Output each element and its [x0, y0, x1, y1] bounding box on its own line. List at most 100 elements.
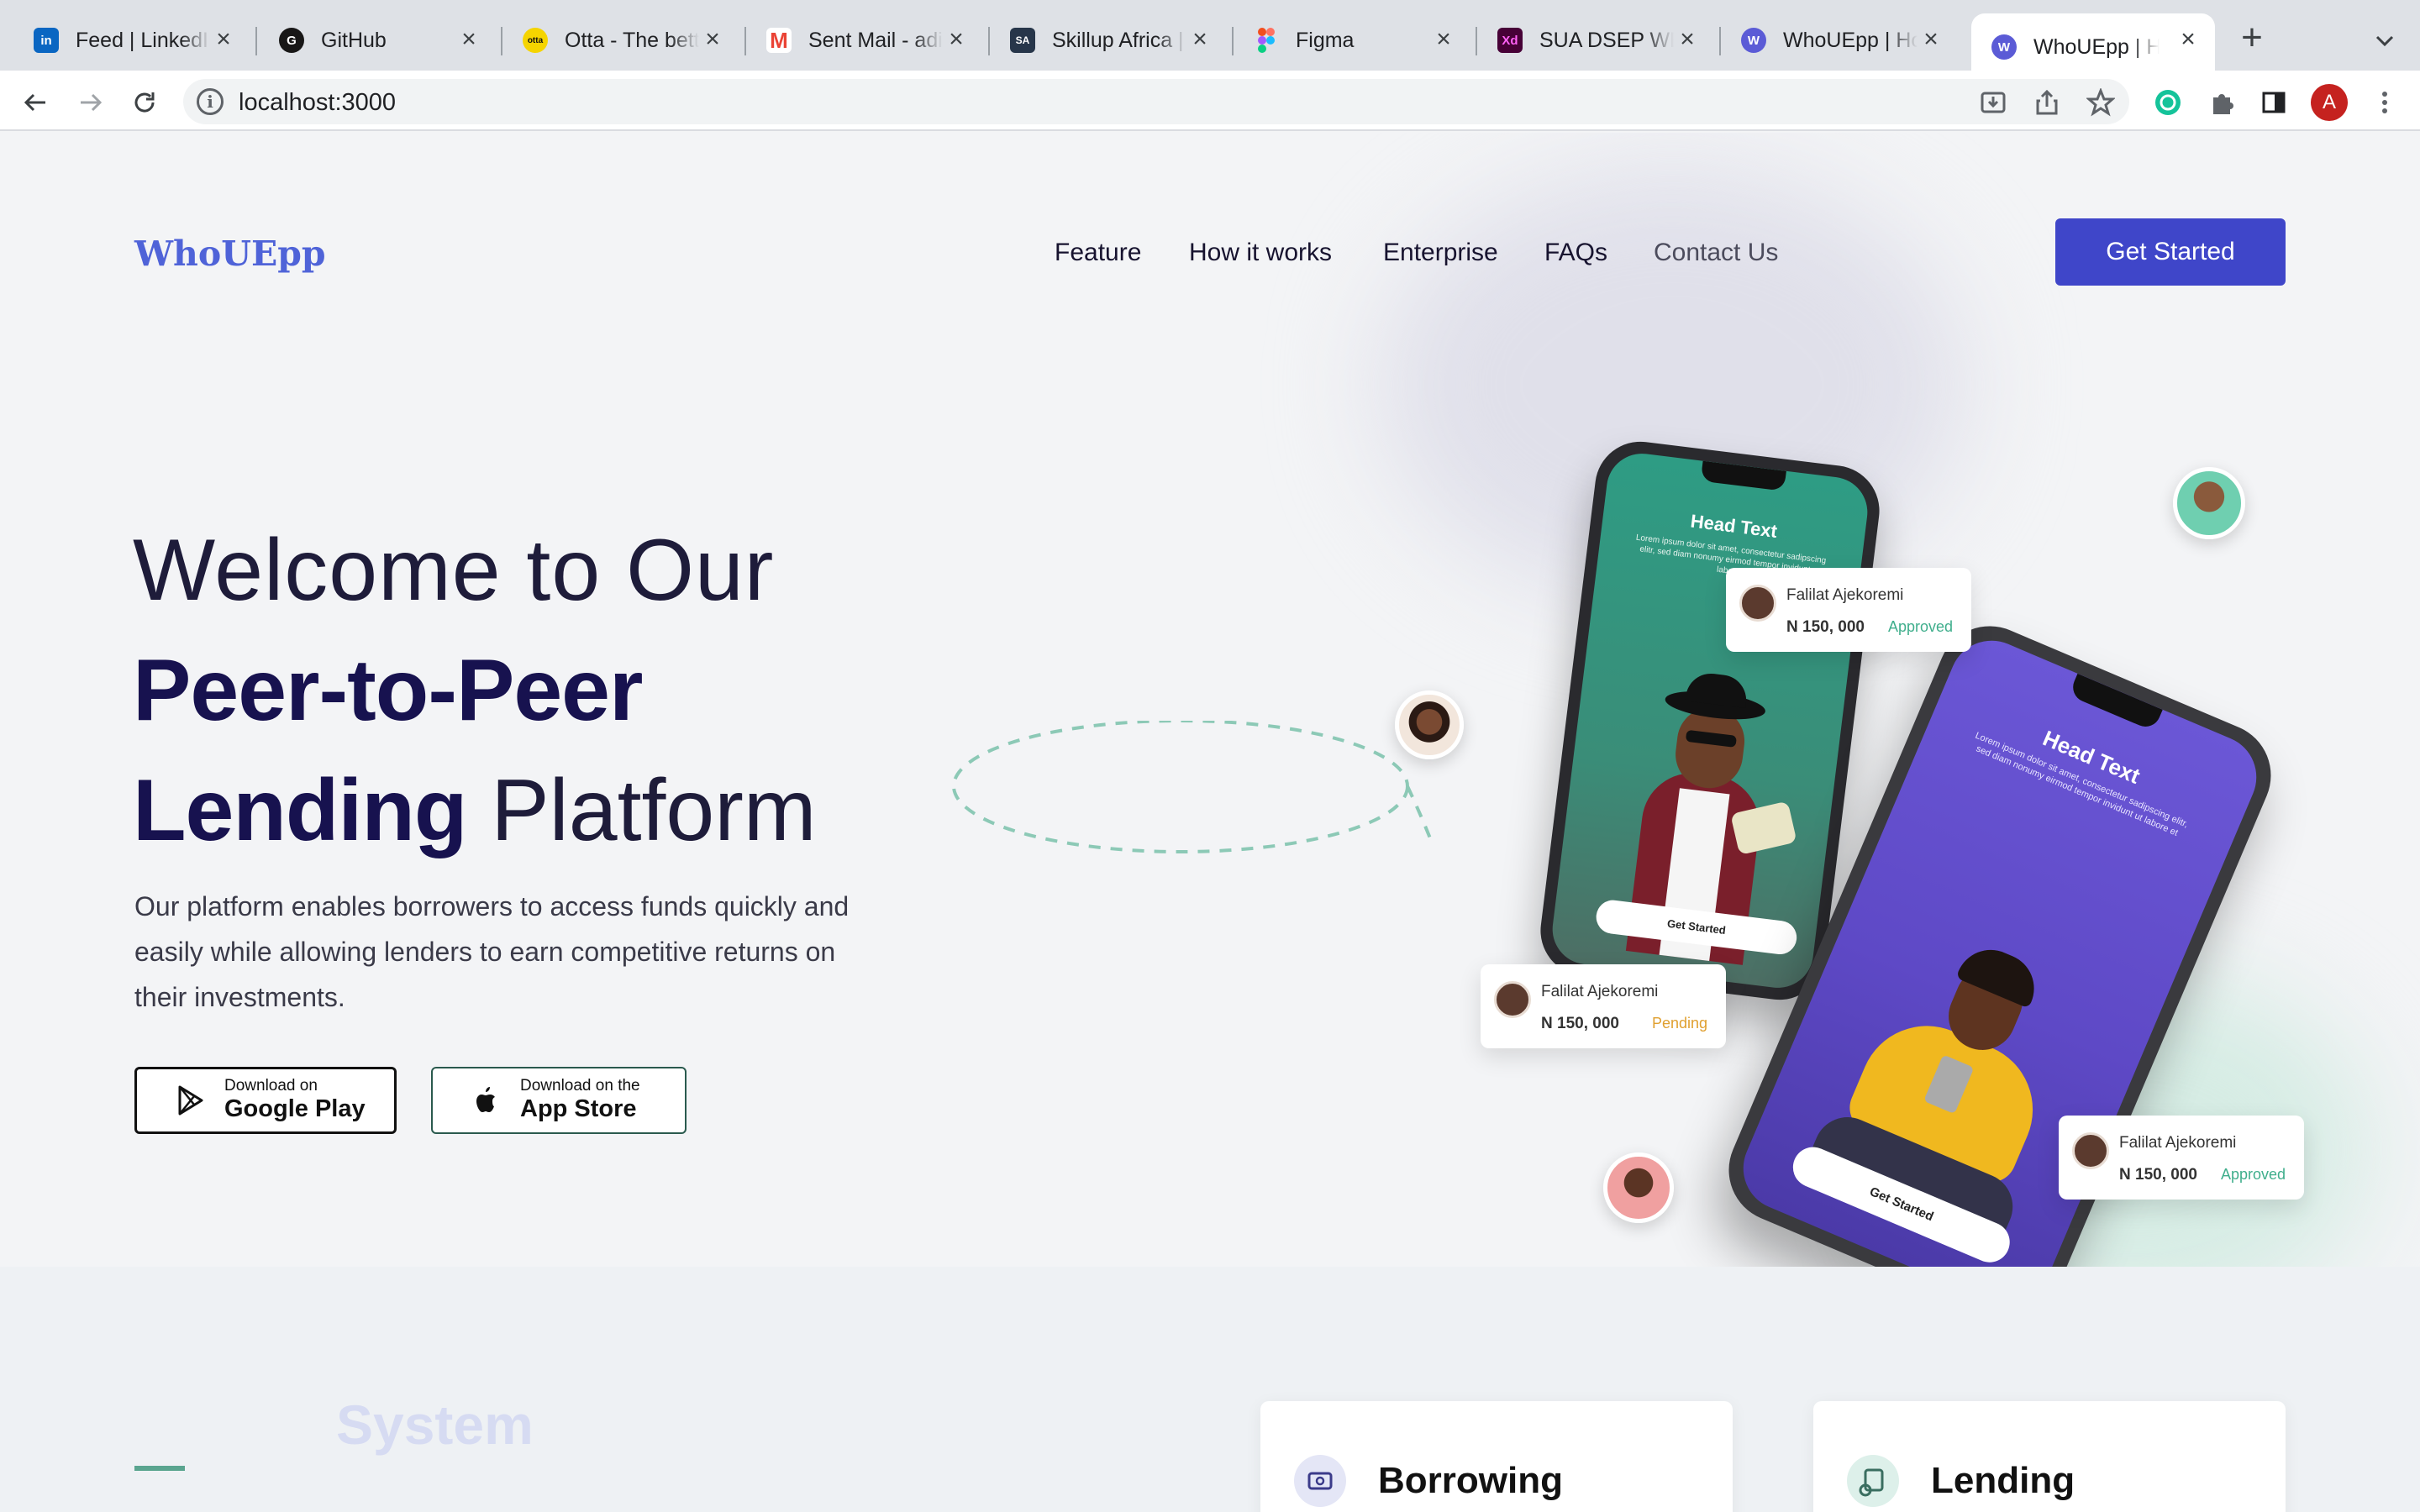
install-app-button[interactable]: [1976, 86, 2010, 119]
tab-github[interactable]: G GitHub ×: [245, 13, 502, 67]
app-store-button[interactable]: Download on the App Store: [431, 1067, 687, 1134]
tab-title: SUA DSEP WEB: [1539, 28, 1674, 52]
dashed-orbit-decoration: [952, 721, 1432, 853]
side-panel-icon: [2262, 92, 2286, 113]
linkedin-icon: in: [34, 28, 59, 53]
address-bar[interactable]: i localhost:3000: [183, 79, 2129, 124]
avatar: [1739, 585, 1776, 622]
close-icon[interactable]: ×: [457, 27, 481, 52]
avatar-man-pink-shirt: [1603, 1152, 1674, 1223]
tab-title: GitHub: [321, 28, 387, 52]
close-icon[interactable]: ×: [1676, 27, 1699, 52]
grammarly-extension[interactable]: [2151, 86, 2185, 119]
feature-title: Lending: [1931, 1460, 2075, 1501]
tab-title: Sent Mail - adi: [808, 28, 943, 52]
new-tab-button[interactable]: +: [2235, 19, 2269, 56]
tab-title: Otta - The better: [565, 28, 699, 52]
hero-heading-platform: Platform: [466, 762, 817, 859]
skillup-icon: SA: [1010, 28, 1035, 53]
tab-otta[interactable]: otta Otta - The better ×: [489, 13, 746, 67]
nav-enterprise[interactable]: Enterprise: [1383, 239, 1498, 267]
lending-icon: [1847, 1455, 1899, 1507]
avatar-woman: [1395, 690, 1464, 759]
app-store-small-text: Download on the: [520, 1077, 640, 1095]
browser-toolbar: i localhost:3000 A: [0, 71, 2420, 131]
avatar: [1494, 981, 1531, 1018]
extensions-button[interactable]: [2205, 86, 2238, 119]
tab-title: Figma: [1296, 28, 1355, 52]
site-logo[interactable]: WhoUEpp: [134, 234, 326, 274]
tab-skillup[interactable]: SA Skillup Africa | ×: [976, 13, 1234, 67]
whouepp-icon: W: [1741, 28, 1766, 53]
close-icon[interactable]: ×: [1432, 27, 1455, 52]
tab-xd[interactable]: Xd SUA DSEP WEB ×: [1464, 13, 1721, 67]
reload-icon: [134, 92, 155, 113]
get-started-button[interactable]: Get Started: [2055, 218, 2286, 286]
tab-figma[interactable]: Figma ×: [1220, 13, 1477, 67]
gmail-icon: M: [766, 28, 792, 53]
profile-avatar[interactable]: A: [2311, 84, 2348, 121]
tab-title: WhoUEpp | Home: [2033, 34, 2160, 59]
close-icon[interactable]: ×: [1188, 27, 1212, 52]
loan-card-approved-top: Falilat Ajekoremi N 150, 000 Approved: [1726, 568, 1971, 652]
nav-feature[interactable]: Feature: [1055, 239, 1141, 267]
close-icon[interactable]: ×: [1919, 27, 1943, 52]
forward-button[interactable]: [74, 86, 108, 119]
hero-description: Our platform enables borrowers to access…: [134, 891, 850, 1012]
avatar-man-green-shirt: [2173, 467, 2245, 539]
download-icon: [1981, 92, 2006, 113]
nav-how-it-works[interactable]: How it works: [1189, 239, 1332, 267]
whouepp-icon: W: [1991, 34, 2017, 60]
nav-faqs[interactable]: FAQs: [1544, 239, 1607, 267]
tab-whouepp[interactable]: W WhoUEpp | Home ×: [1707, 13, 1965, 67]
loan-card-approved-bottom: Falilat Ajekoremi N 150, 000 Approved: [2059, 1116, 2304, 1200]
close-icon[interactable]: ×: [701, 27, 724, 52]
card-amount: N 150, 000: [1541, 1015, 1619, 1032]
reload-button[interactable]: [128, 86, 161, 119]
figma-icon: [1254, 28, 1279, 53]
loan-card-pending: Falilat Ajekoremi N 150, 000 Pending: [1481, 964, 1726, 1048]
card-amount: N 150, 000: [2119, 1166, 2197, 1184]
feature-card-lending[interactable]: Lending: [1813, 1401, 2286, 1512]
google-play-big-text: Google Play: [224, 1095, 366, 1122]
feature-title: Borrowing: [1378, 1460, 1563, 1501]
otta-icon: otta: [523, 28, 548, 53]
share-icon: [2036, 89, 2058, 115]
tab-title: Skillup Africa |: [1052, 28, 1184, 52]
arrow-left-icon: [24, 93, 45, 112]
apple-icon: [476, 1087, 495, 1112]
google-play-icon: [178, 1085, 203, 1116]
section-label-system: System: [336, 1394, 534, 1456]
close-icon[interactable]: ×: [212, 27, 235, 52]
chevron-down-icon: [2375, 35, 2394, 47]
side-panel-button[interactable]: [2257, 86, 2291, 119]
hero-heading-line1: Welcome to Our: [133, 522, 775, 619]
info-icon[interactable]: i: [197, 88, 224, 115]
hero-heading-line3: Lending Platform: [133, 761, 816, 861]
tab-title: WhoUEpp | Home: [1783, 28, 1918, 52]
card-name: Falilat Ajekoremi: [1541, 983, 1659, 1000]
grammarly-icon: [2155, 90, 2181, 115]
borrowing-icon: [1294, 1455, 1346, 1507]
status-badge: Approved: [1887, 618, 1953, 635]
web-page: WhoUEpp Feature How it works Enterprise …: [0, 133, 2420, 1512]
status-badge: Approved: [2220, 1166, 2286, 1183]
tab-gmail[interactable]: M Sent Mail - adi ×: [733, 13, 990, 67]
tab-linkedin[interactable]: in Feed | LinkedIn ×: [0, 13, 257, 67]
browser-menu-button[interactable]: [2368, 86, 2402, 119]
tab-search-button[interactable]: [2370, 25, 2400, 55]
browser-tab-strip: in Feed | LinkedIn × G GitHub × otta Ott…: [0, 0, 2420, 81]
feature-card-borrowing[interactable]: Borrowing: [1260, 1401, 1733, 1512]
xd-icon: Xd: [1497, 28, 1523, 53]
nav-contact-us[interactable]: Contact Us: [1654, 239, 1778, 267]
bookmark-button[interactable]: [2084, 86, 2118, 119]
close-icon[interactable]: ×: [2176, 27, 2200, 52]
google-play-button[interactable]: Download on Google Play: [134, 1067, 397, 1134]
section-accent-line: [134, 1466, 185, 1471]
share-button[interactable]: [2030, 86, 2064, 119]
avatar: [2072, 1132, 2109, 1169]
back-button[interactable]: [18, 86, 52, 119]
close-icon[interactable]: ×: [944, 27, 968, 52]
hero-heading-lending: Lending: [133, 762, 467, 859]
url-text[interactable]: localhost:3000: [239, 89, 396, 117]
